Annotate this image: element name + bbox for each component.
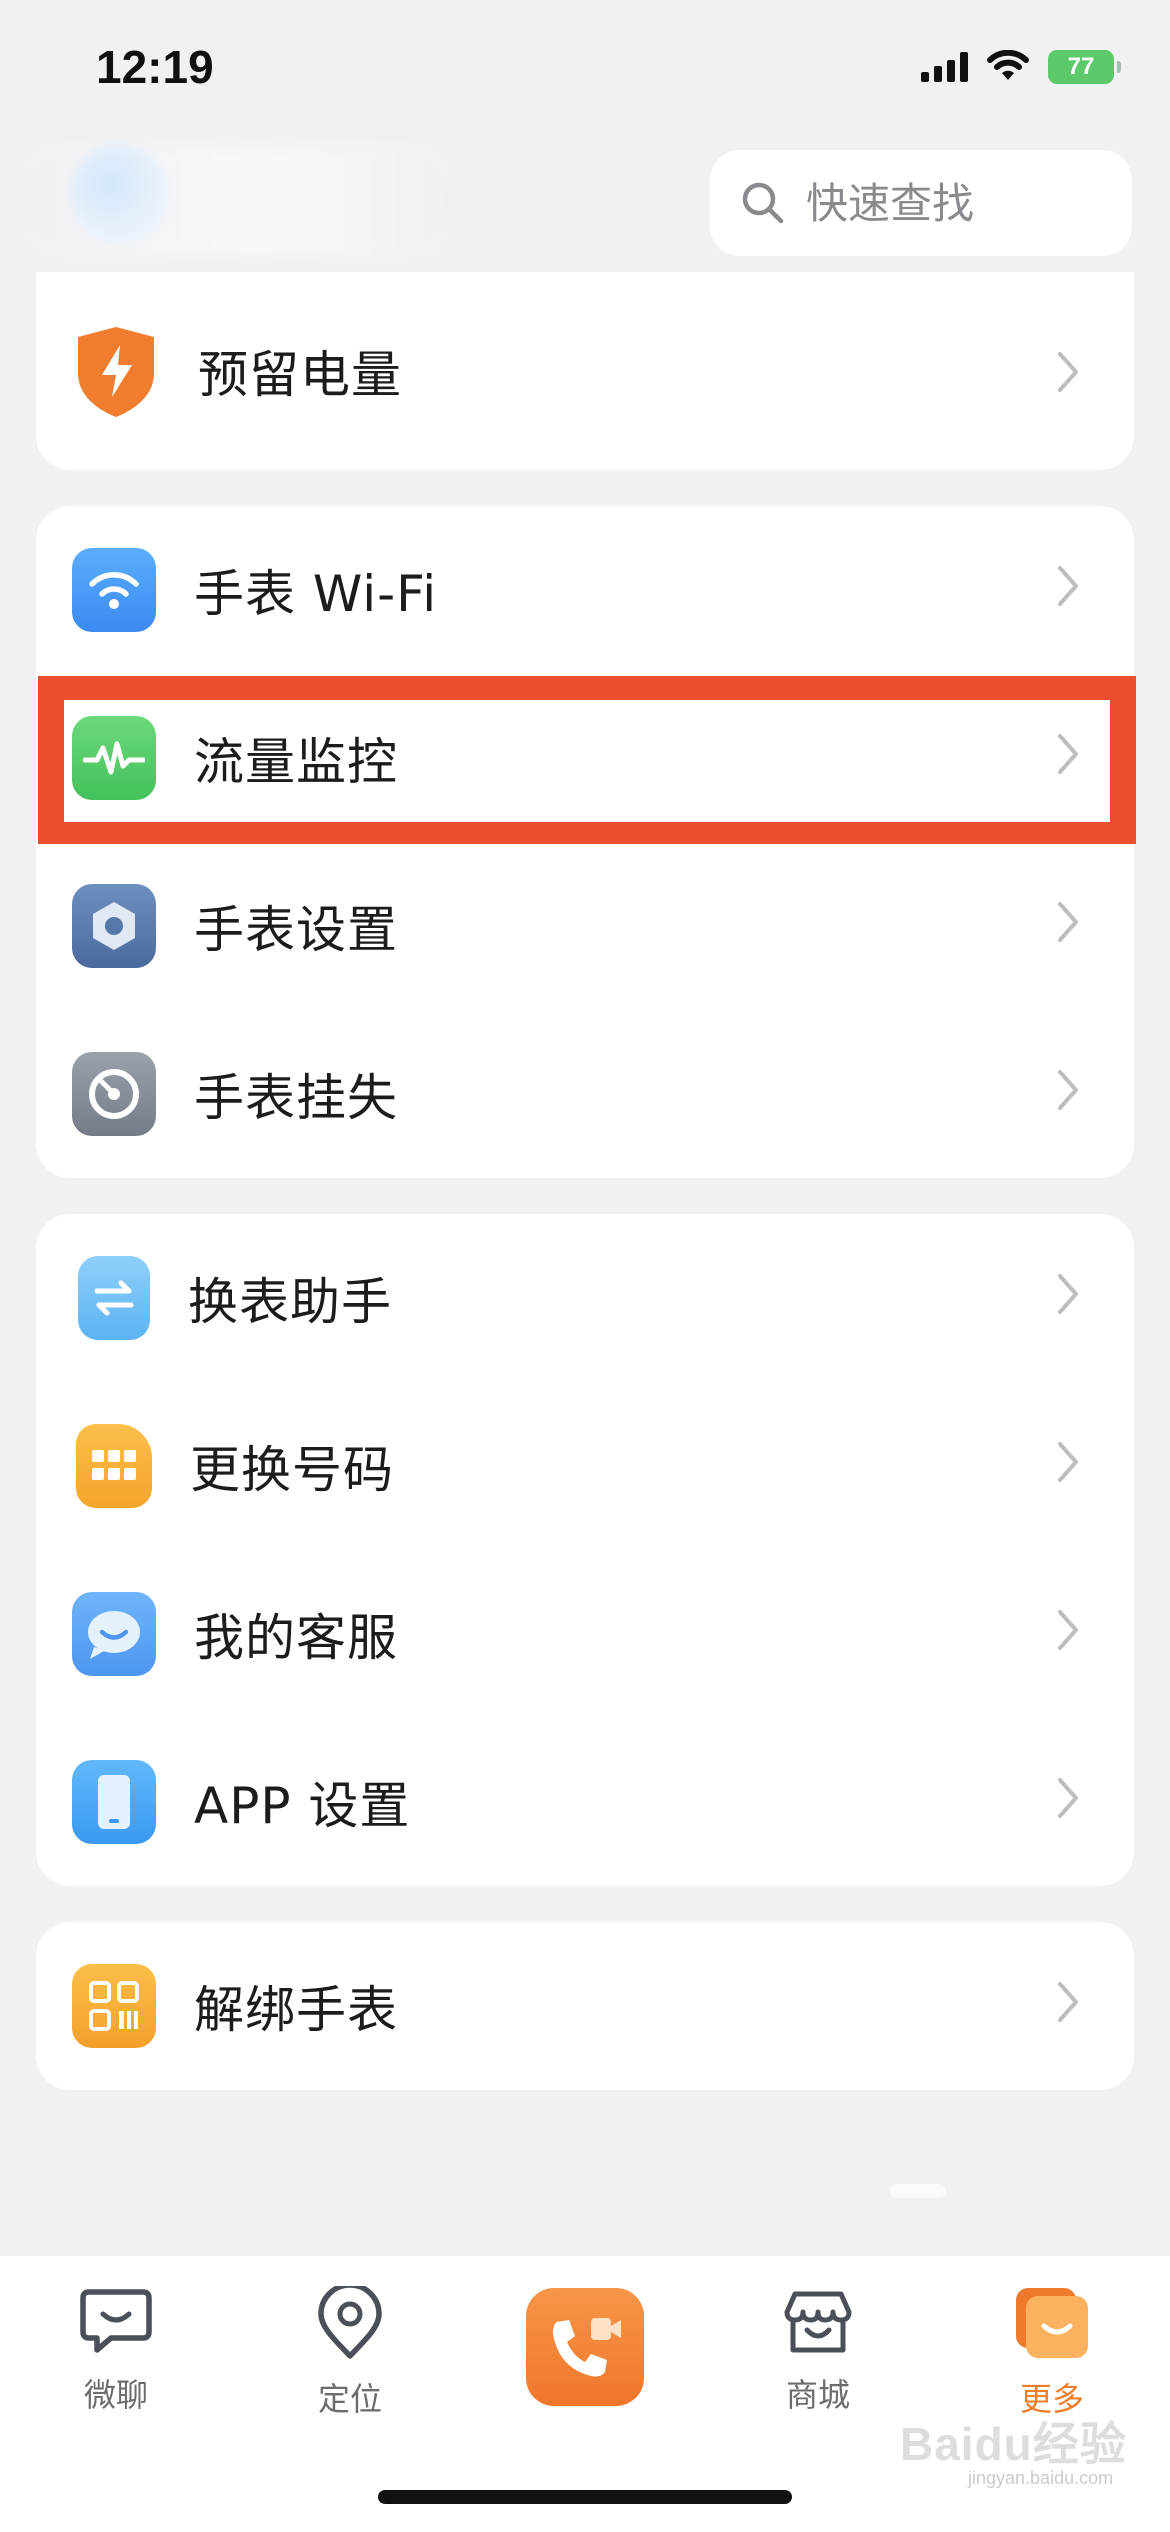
pulse-icon	[72, 716, 156, 800]
avatar[interactable]	[70, 144, 170, 244]
menu-item-label: 换表助手	[188, 1273, 392, 1331]
chevron-right-icon	[1058, 1070, 1078, 1110]
menu-item-label: 解绑手表	[194, 1981, 398, 2039]
video-call-button[interactable]	[526, 2288, 644, 2406]
menu-item-label: 预留电量	[198, 346, 402, 404]
menu-item-customer-service[interactable]: 我的客服	[36, 1550, 1134, 1718]
menu-item-watch-wifi[interactable]: 手表 Wi-Fi	[36, 506, 1134, 674]
tab-location[interactable]: 定位	[270, 2282, 430, 2420]
chevron-right-icon	[1058, 1274, 1078, 1314]
battery-icon: 77	[1048, 50, 1121, 84]
search-icon	[742, 182, 784, 224]
status-bar: 12:19 77	[0, 0, 1170, 140]
store-icon	[784, 2291, 852, 2353]
swap-watch-icon	[78, 1256, 150, 1340]
tab-store[interactable]: 商城	[738, 2286, 898, 2416]
menu-item-label: 更换号码	[190, 1441, 394, 1499]
search-input[interactable]	[804, 177, 1108, 229]
qr-code-icon	[72, 1964, 156, 2048]
chevron-right-icon	[1058, 1778, 1078, 1818]
menu-item-label: 我的客服	[194, 1609, 398, 1667]
battery-level: 77	[1067, 53, 1095, 80]
sim-card-icon	[76, 1424, 152, 1508]
card-services: 换表助手 更换号码 我的客服 APP 设置	[36, 1214, 1134, 1886]
status-time: 12:19	[96, 41, 214, 93]
wifi-status-icon	[987, 50, 1029, 80]
more-icon	[1016, 2288, 1088, 2358]
header	[0, 140, 1170, 270]
page-dot	[890, 2184, 946, 2198]
chat-bubble-icon	[72, 1592, 156, 1676]
watermark-url: jingyan.baidu.com	[968, 2468, 1114, 2488]
menu-item-report-lost[interactable]: 手表挂失	[36, 1010, 1134, 1178]
chevron-right-icon	[1058, 352, 1078, 392]
tab-more[interactable]: 更多	[972, 2286, 1132, 2420]
home-indicator[interactable]	[378, 2490, 792, 2504]
chevron-right-icon	[1058, 1610, 1078, 1650]
menu-item-label: 手表 Wi-Fi	[194, 565, 438, 623]
card-watch: 手表 Wi-Fi 流量监控 手表设置 手表挂失	[36, 506, 1134, 1178]
menu-item-label: 手表设置	[194, 901, 398, 959]
video-call-icon	[553, 2318, 621, 2377]
location-pin-icon	[318, 2282, 382, 2359]
search-box[interactable]	[710, 150, 1132, 256]
menu-item-switch-watch[interactable]: 换表助手	[36, 1214, 1134, 1382]
menu-item-label: APP 设置	[194, 1777, 411, 1835]
chevron-right-icon	[1058, 734, 1078, 774]
lightning-shield-icon	[72, 323, 160, 419]
menu-item-change-number[interactable]: 更换号码	[36, 1382, 1134, 1550]
tab-chat[interactable]: 微聊	[36, 2286, 196, 2416]
watermark: Baidu经验	[900, 2418, 1127, 2470]
menu-item-app-settings[interactable]: APP 设置	[36, 1718, 1134, 1886]
chevron-right-icon	[1058, 1982, 1078, 2022]
phone-icon	[72, 1760, 156, 1844]
cellular-signal-icon	[921, 52, 968, 82]
card-unbind: 解绑手表	[36, 1922, 1134, 2090]
tab-label: 商城	[785, 2376, 850, 2414]
status-icons: 77	[921, 50, 1121, 84]
chevron-right-icon	[1058, 566, 1078, 606]
menu-item-label: 手表挂失	[194, 1069, 398, 1127]
card-battery: 预留电量	[36, 272, 1134, 470]
chevron-right-icon	[1058, 902, 1078, 942]
hexagon-gear-icon	[72, 884, 156, 968]
wifi-icon	[72, 548, 156, 632]
menu-item-data-monitor[interactable]: 流量监控	[36, 674, 1134, 842]
chevron-right-icon	[1058, 1442, 1078, 1482]
tab-label: 定位	[317, 2380, 382, 2418]
menu-item-unbind-watch[interactable]: 解绑手表	[36, 1922, 1134, 2090]
tab-label: 微聊	[83, 2376, 148, 2414]
gauge-icon	[72, 1052, 156, 1136]
menu-item-reserve-battery[interactable]: 预留电量	[36, 272, 1134, 470]
menu-item-watch-settings[interactable]: 手表设置	[36, 842, 1134, 1010]
menu-item-label: 流量监控	[194, 733, 398, 791]
chat-icon	[80, 2289, 152, 2353]
